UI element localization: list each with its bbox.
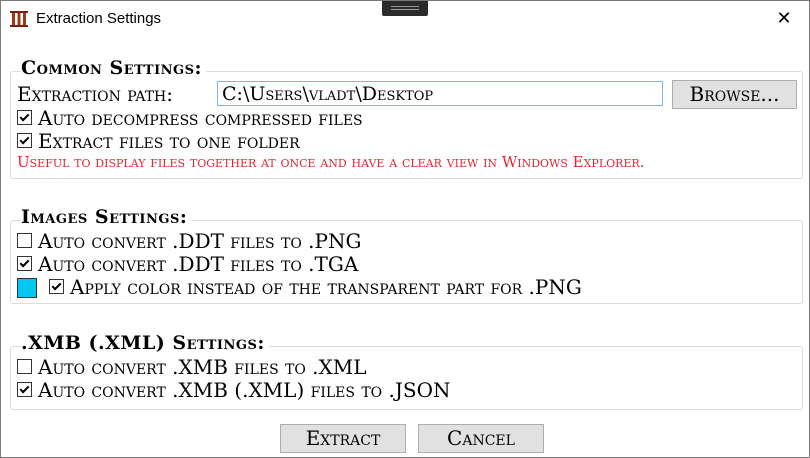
ddt-to-tga-checkbox[interactable]: [17, 256, 32, 271]
xmb-to-json-label: Auto convert .XMB (.XML) files to .JSON: [38, 378, 451, 402]
extract-one-folder-label: Extract files to one folder: [38, 129, 300, 153]
extraction-path-input[interactable]: C:\Users\vladt\Desktop: [217, 81, 663, 106]
close-icon[interactable]: ✕: [771, 8, 797, 32]
apply-color-checkbox[interactable]: [49, 279, 64, 294]
auto-decompress-option[interactable]: Auto decompress compressed files: [17, 107, 363, 129]
apply-color-option[interactable]: Apply color instead of the transparent p…: [49, 276, 582, 298]
ddt-to-tga-option[interactable]: Auto convert .DDT files to .TGA: [17, 253, 358, 275]
browse-button[interactable]: Browse...: [672, 80, 797, 109]
apply-color-label: Apply color instead of the transparent p…: [70, 275, 582, 299]
xmb-to-json-checkbox[interactable]: [17, 382, 32, 397]
extract-one-folder-option[interactable]: Extract files to one folder: [17, 130, 300, 152]
cancel-button[interactable]: Cancel: [418, 424, 544, 453]
xmb-to-xml-checkbox[interactable]: [17, 359, 32, 374]
ddt-to-tga-label: Auto convert .DDT files to .TGA: [38, 252, 359, 276]
extract-one-folder-checkbox[interactable]: [17, 133, 32, 148]
color-picker-swatch[interactable]: [17, 278, 37, 298]
extract-one-folder-hint: Useful to display files together at once…: [17, 153, 645, 171]
app-icon: [10, 11, 28, 27]
extraction-settings-window: Extraction Settings ✕ Common Settings: E…: [0, 0, 810, 458]
title-bar[interactable]: Extraction Settings ✕: [1, 1, 809, 39]
ddt-to-png-option[interactable]: Auto convert .DDT files to .PNG: [17, 230, 361, 252]
auto-decompress-checkbox[interactable]: [17, 110, 32, 125]
xmb-settings-title: .XMB (.XML) Settings:: [21, 333, 269, 353]
extraction-path-label: Extraction path:: [17, 82, 173, 106]
ddt-to-png-label: Auto convert .DDT files to .PNG: [38, 229, 362, 253]
auto-decompress-label: Auto decompress compressed files: [38, 106, 363, 130]
images-settings-title: Images Settings:: [21, 207, 192, 227]
common-settings-title: Common Settings:: [21, 58, 207, 78]
xmb-to-xml-label: Auto convert .XMB files to .XML: [38, 355, 367, 379]
extract-button[interactable]: Extract: [280, 424, 406, 453]
drag-grip-handle[interactable]: [382, 1, 428, 16]
ddt-to-png-checkbox[interactable]: [17, 233, 32, 248]
window-title: Extraction Settings: [36, 10, 162, 27]
xmb-to-json-option[interactable]: Auto convert .XMB (.XML) files to .JSON: [17, 379, 450, 401]
xmb-to-xml-option[interactable]: Auto convert .XMB files to .XML: [17, 356, 367, 378]
